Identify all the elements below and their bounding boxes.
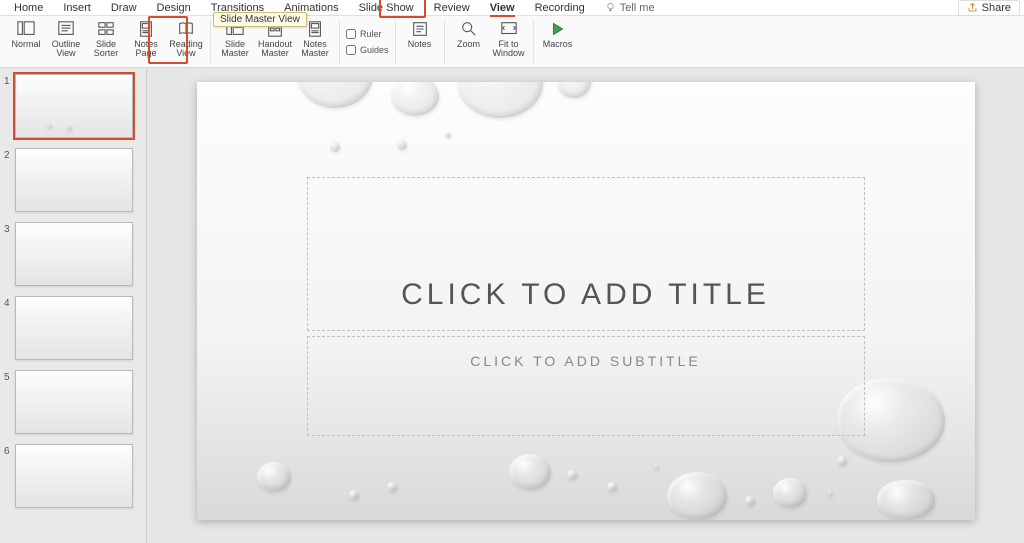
ribbon-tab-bar: Home Insert Draw Design Transitions Anim… <box>0 0 1024 16</box>
tab-draw[interactable]: Draw <box>101 0 147 16</box>
slide[interactable]: CLICK TO ADD TITLE CLICK TO ADD SUBTITLE <box>197 82 975 520</box>
guides-checkbox[interactable]: Guides <box>346 43 389 57</box>
group-zoom: Zoom Fit to Window <box>445 20 534 64</box>
tab-review[interactable]: Review <box>424 0 480 16</box>
tab-slideshow[interactable]: Slide Show <box>349 0 424 16</box>
group-presentation-views: Normal Outline View Slide Sorter Notes P… <box>2 20 211 64</box>
reading-view-icon <box>177 20 195 38</box>
reading-view-button[interactable]: Reading View <box>168 20 204 59</box>
notes-master-icon <box>306 20 324 38</box>
slide-thumbnail[interactable] <box>15 370 133 434</box>
outline-view-button[interactable]: Outline View <box>48 20 84 59</box>
slide-canvas-area: CLICK TO ADD TITLE CLICK TO ADD SUBTITLE <box>147 68 1024 543</box>
share-button[interactable]: Share <box>958 0 1020 16</box>
zoom-button[interactable]: Zoom <box>451 20 487 49</box>
thumb-number: 6 <box>4 444 12 457</box>
group-macros: Macros <box>534 20 582 64</box>
slide-thumbnail[interactable] <box>15 444 133 508</box>
fit-window-icon <box>500 20 518 38</box>
slide-sorter-button[interactable]: Slide Sorter <box>88 20 124 59</box>
slide-sorter-icon <box>97 20 115 38</box>
title-placeholder[interactable]: CLICK TO ADD TITLE <box>307 177 865 331</box>
slide-thumbnail[interactable] <box>15 222 133 286</box>
group-show: Ruler Guides <box>340 20 396 64</box>
slide-master-tooltip: Slide Master View <box>213 12 307 27</box>
notes-page-icon <box>137 20 155 38</box>
notes-icon <box>411 20 429 38</box>
thumb-number: 5 <box>4 370 12 383</box>
notes-button[interactable]: Notes <box>402 20 438 49</box>
subtitle-placeholder[interactable]: CLICK TO ADD SUBTITLE <box>307 336 865 436</box>
slide-thumbnail-panel: 1 2 3 4 5 6 <box>0 68 147 543</box>
fit-to-window-button[interactable]: Fit to Window <box>491 20 527 59</box>
thumb-number: 4 <box>4 296 12 309</box>
group-notes: Notes <box>396 20 445 64</box>
thumb-number: 2 <box>4 148 12 161</box>
notes-page-button[interactable]: Notes Page <box>128 20 164 59</box>
normal-view-icon <box>17 20 35 38</box>
share-icon <box>967 2 978 13</box>
tab-view[interactable]: View <box>480 0 525 16</box>
slide-thumbnail[interactable] <box>15 296 133 360</box>
outline-view-icon <box>57 20 75 38</box>
slide-thumbnail[interactable] <box>15 148 133 212</box>
thumb-number: 3 <box>4 222 12 235</box>
tab-insert[interactable]: Insert <box>53 0 101 16</box>
ruler-checkbox[interactable]: Ruler <box>346 27 382 41</box>
normal-view-button[interactable]: Normal <box>8 20 44 49</box>
macros-button[interactable]: Macros <box>540 20 576 49</box>
slide-thumbnail[interactable] <box>15 74 133 138</box>
lightbulb-icon <box>605 2 616 13</box>
macros-icon <box>549 20 567 38</box>
main-area: 1 2 3 4 5 6 <box>0 68 1024 543</box>
tab-design[interactable]: Design <box>147 0 201 16</box>
tab-home[interactable]: Home <box>4 0 53 16</box>
thumb-number: 1 <box>4 74 12 87</box>
tab-recording[interactable]: Recording <box>525 0 595 16</box>
zoom-icon <box>460 20 478 38</box>
tell-me-search[interactable]: Tell me <box>595 0 665 16</box>
group-master-views: Slide Master View Slide Master Handout M… <box>211 20 340 64</box>
ribbon: Normal Outline View Slide Sorter Notes P… <box>0 16 1024 68</box>
